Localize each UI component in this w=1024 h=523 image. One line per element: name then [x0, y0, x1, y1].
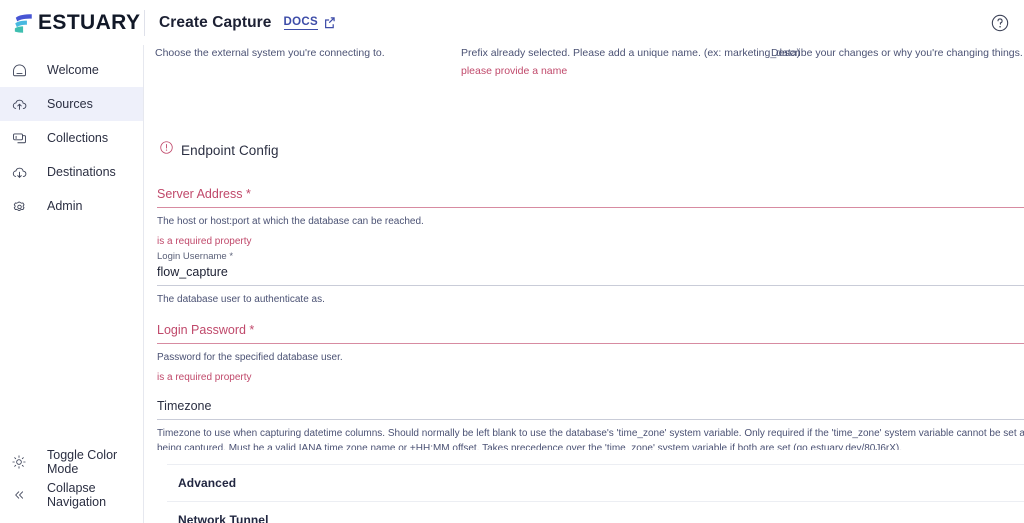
field-timezone[interactable]: Timezone Timezone to use when capturing … — [157, 399, 1024, 450]
login-password-label: Login Password * — [157, 323, 255, 338]
sidebar: Welcome Sources Collections Destinations… — [0, 45, 144, 523]
help-circle-icon[interactable] — [989, 12, 1011, 34]
accordion-advanced-label: Advanced — [178, 476, 237, 491]
collapse-navigation-label: Collapse Navigation — [47, 480, 107, 509]
collapse-navigation-button[interactable]: Collapse Navigation — [0, 478, 143, 511]
page-title: Create Capture — [159, 13, 272, 31]
sidebar-item-label: Admin — [47, 199, 83, 213]
field-gap — [157, 307, 1024, 323]
login-username-description: The database user to authenticate as. — [157, 294, 325, 306]
chevron-double-left-icon — [4, 487, 34, 503]
login-username-label: Login Username * — [157, 251, 234, 263]
field-gap — [157, 385, 1024, 399]
external-link-icon — [323, 16, 336, 29]
create-capture-page: ESTUARY Create Capture DOCS Welcome Sour… — [0, 0, 1024, 523]
sidebar-nav: Welcome Sources Collections Destinations… — [0, 45, 143, 223]
accordion-network-tunnel-label: Network Tunnel — [178, 512, 269, 523]
login-username-value[interactable]: flow_capture — [157, 265, 1024, 286]
header-main: Create Capture DOCS — [145, 12, 1024, 34]
collections-icon — [4, 130, 34, 147]
sidebar-item-label: Destinations — [47, 165, 116, 179]
field-server-address[interactable]: Server Address * The host or host:port a… — [157, 187, 1024, 249]
top-bar: ESTUARY Create Capture DOCS — [0, 0, 1024, 45]
brand-logo[interactable]: ESTUARY — [0, 0, 144, 45]
endpoint-config-header: Endpoint Config — [159, 140, 1024, 160]
sidebar-item-label: Sources — [47, 97, 93, 111]
capture-form: Choose the external system you're connec… — [145, 45, 1024, 523]
accordion-network-tunnel[interactable]: Network Tunnel — [167, 501, 1024, 523]
login-password-description: Password for the specified database user… — [157, 352, 343, 364]
timezone-description: Timezone to use when capturing datetime … — [157, 428, 1024, 451]
main-scroll-area[interactable]: Choose the external system you're connec… — [145, 45, 1024, 523]
error-circle-icon — [159, 140, 174, 160]
connector-helper-text: Choose the external system you're connec… — [155, 47, 385, 59]
collapsible-sections: Advanced Network Tunnel — [167, 464, 1024, 523]
sidebar-item-label: Collections — [47, 131, 109, 145]
toggle-color-mode-button[interactable]: Toggle Color Mode — [0, 445, 143, 478]
brand-name: ESTUARY — [38, 11, 141, 34]
docs-link-label: DOCS — [283, 15, 318, 31]
login-password-error: is a required property — [157, 372, 252, 384]
name-helper-text: Prefix already selected. Please add a un… — [461, 47, 801, 59]
cloud-upload-icon — [4, 96, 34, 113]
estuary-wave-logo-icon — [13, 13, 35, 34]
name-error-text: please provide a name — [461, 65, 568, 77]
docs-link[interactable]: DOCS — [283, 15, 336, 31]
sidebar-item-label: Welcome — [47, 63, 99, 77]
field-login-password[interactable]: Login Password * Password for the specif… — [157, 323, 1024, 385]
top-helper-row: Choose the external system you're connec… — [155, 45, 1024, 91]
server-address-label: Server Address * — [157, 187, 251, 201]
sun-icon — [4, 454, 34, 470]
sidebar-item-welcome[interactable]: Welcome — [0, 53, 143, 87]
sidebar-footer: Toggle Color Mode Collapse Navigation — [0, 445, 143, 523]
server-address-error: is a required property — [157, 236, 252, 248]
sidebar-item-admin[interactable]: Admin — [0, 189, 143, 223]
accordion-advanced[interactable]: Advanced — [167, 464, 1024, 501]
cloud-download-icon — [4, 164, 34, 181]
gear-icon — [4, 198, 34, 215]
field-login-username[interactable]: Login Username * flow_capture The databa… — [157, 251, 1024, 307]
home-icon — [4, 62, 34, 79]
description-helper-text: Describe your changes or why you're chan… — [771, 47, 1023, 59]
sidebar-item-sources[interactable]: Sources — [0, 87, 143, 121]
sidebar-item-destinations[interactable]: Destinations — [0, 155, 143, 189]
timezone-label: Timezone — [157, 399, 212, 414]
endpoint-config-title: Endpoint Config — [181, 142, 279, 158]
sidebar-item-collections[interactable]: Collections — [0, 121, 143, 155]
toggle-color-mode-label: Toggle Color Mode — [47, 447, 118, 476]
endpoint-config-fields: Server Address * The host or host:port a… — [157, 187, 1024, 450]
server-address-description: The host or host:port at which the datab… — [157, 216, 424, 228]
